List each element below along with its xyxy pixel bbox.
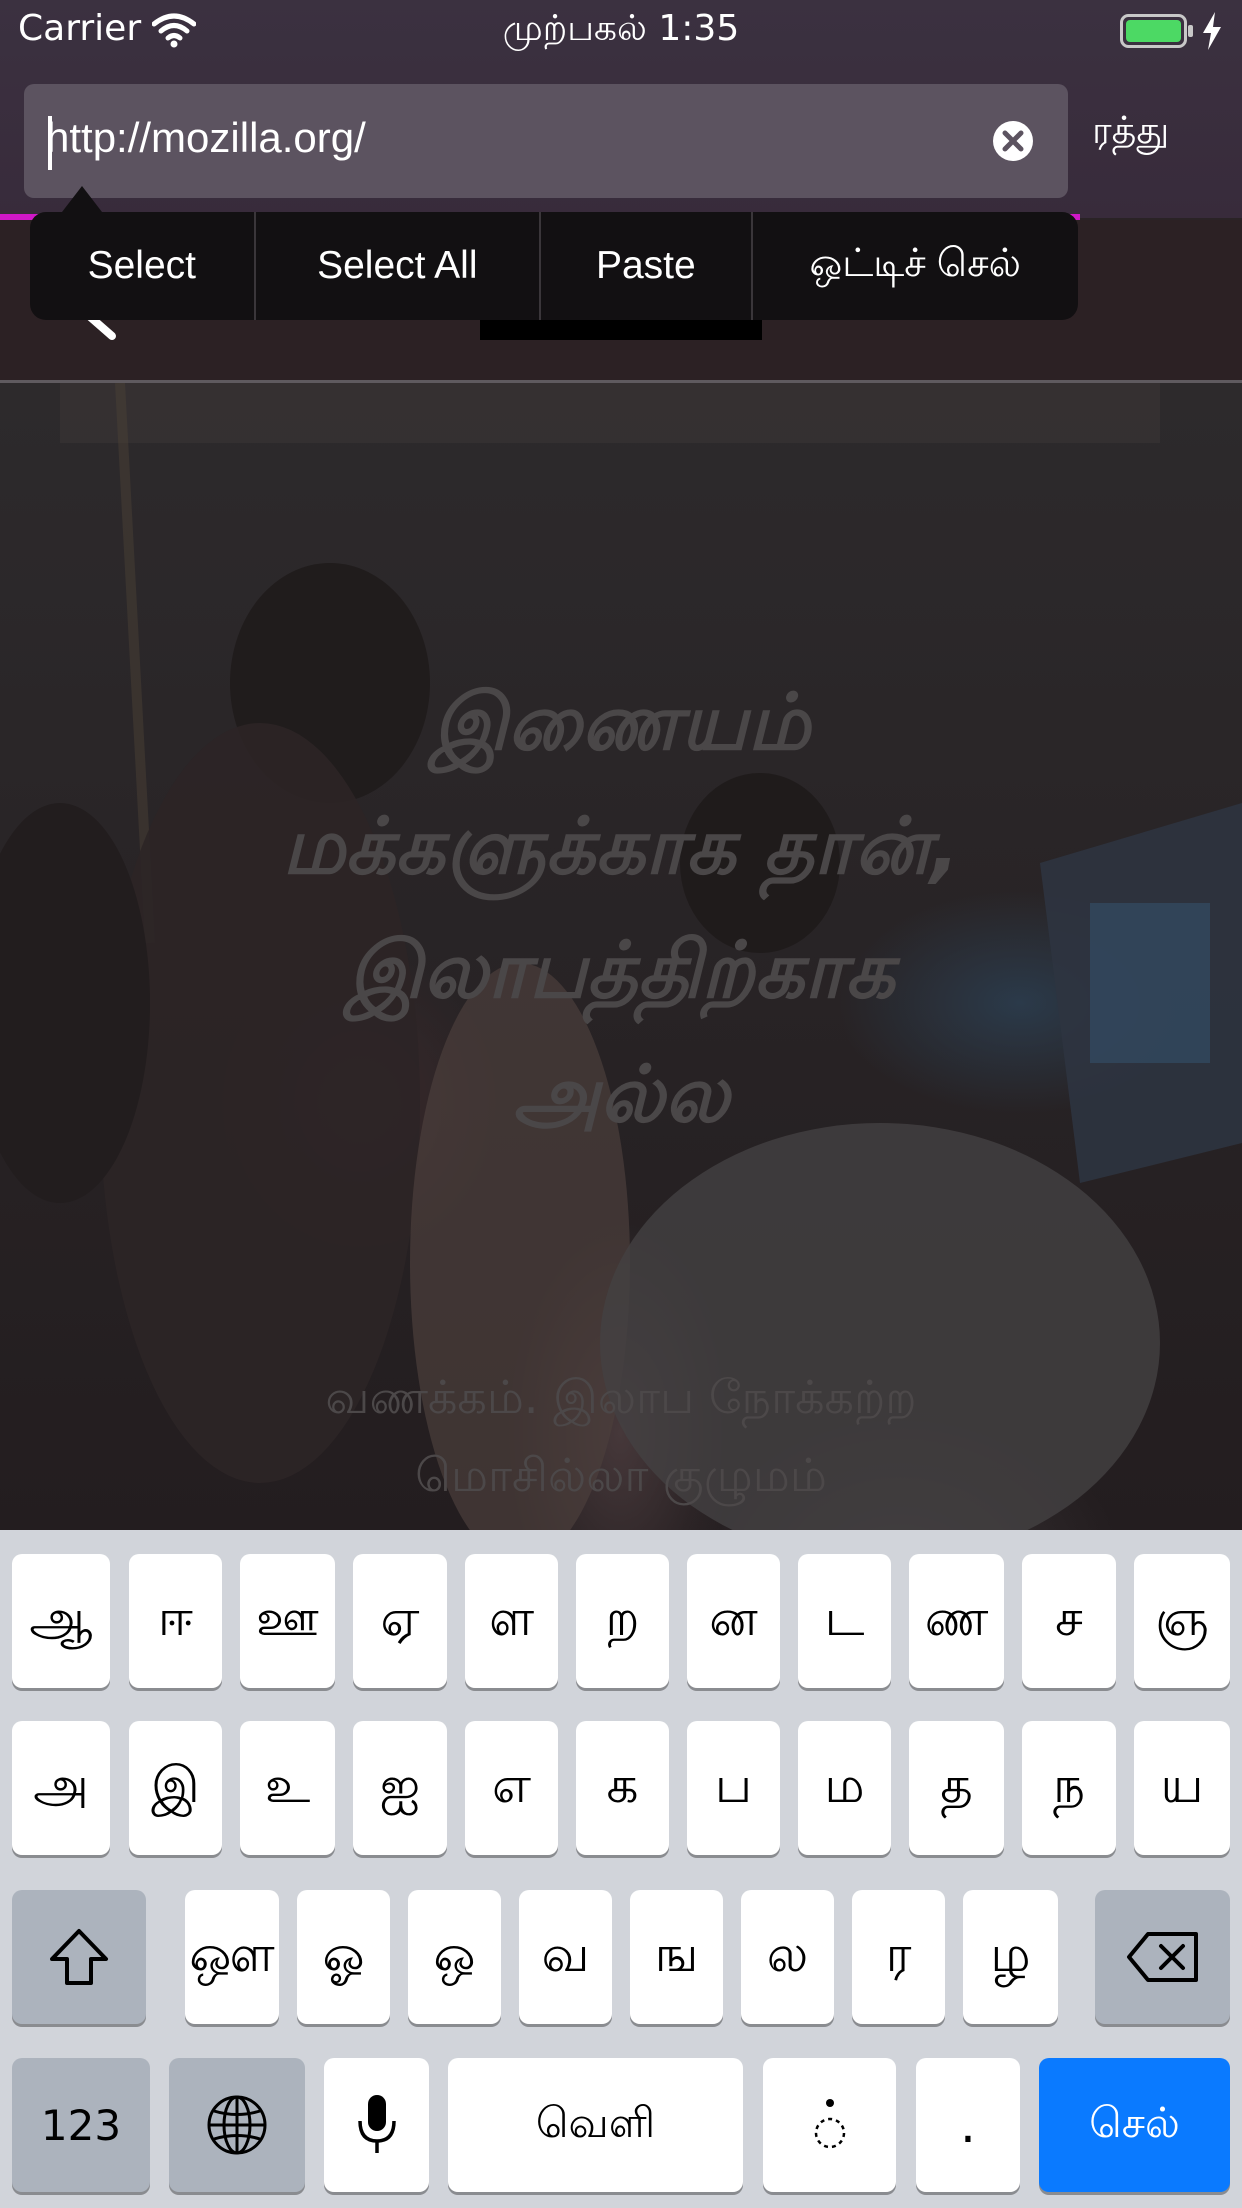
menu-select[interactable]: Select (30, 212, 256, 320)
key[interactable]: ஐ (353, 1721, 447, 1855)
key[interactable]: ழ (963, 1890, 1058, 2024)
key[interactable]: ம (798, 1721, 891, 1855)
key[interactable]: எ (465, 1721, 558, 1855)
key[interactable]: ள (465, 1554, 558, 1688)
menu-paste[interactable]: Paste (541, 212, 753, 320)
hero-headline: இணையம் மக்களுக்காக தான், இலாபத்திற்காக அ… (282, 678, 960, 1140)
key[interactable]: ஒ (408, 1890, 501, 2024)
text-cursor (48, 116, 52, 170)
key[interactable]: ர (852, 1890, 945, 2024)
key[interactable]: ஊ (240, 1554, 335, 1688)
battery-icon (1120, 14, 1193, 48)
key[interactable]: ப (687, 1721, 780, 1855)
go-key[interactable]: செல் (1039, 2058, 1230, 2192)
key[interactable]: ஆ (12, 1554, 110, 1688)
numbers-key-label: 123 (40, 2100, 122, 2150)
status-time: முற்பகல் 1:35 (502, 8, 740, 49)
backspace-icon (1126, 1932, 1198, 1982)
dot-above-icon (814, 2099, 845, 2149)
globe-icon (207, 2095, 267, 2155)
key[interactable]: ங (630, 1890, 723, 2024)
key[interactable]: ல (741, 1890, 834, 2024)
menu-paste-and-go[interactable]: ஒட்டிச் செல் (753, 212, 1078, 320)
microphone-key[interactable] (324, 2058, 429, 2192)
shift-key[interactable] (12, 1890, 146, 2024)
edit-menu-pointer (62, 186, 102, 212)
period-key[interactable]: . (916, 2058, 1020, 2192)
menu-select-all[interactable]: Select All (256, 212, 542, 320)
key[interactable]: ஏ (353, 1554, 447, 1688)
hero-subtext: வணக்கம். இலாப நோக்கற்ற மொசில்லா குழுமம் (325, 1370, 917, 1502)
key[interactable]: ந (1022, 1721, 1116, 1855)
microphone-icon (357, 2095, 396, 2153)
key[interactable]: உ (240, 1721, 335, 1855)
key[interactable]: ய (1134, 1721, 1230, 1855)
key[interactable]: ண (909, 1554, 1004, 1688)
key[interactable]: ற (576, 1554, 669, 1688)
key[interactable]: ட (798, 1554, 891, 1688)
dot-above-key[interactable] (763, 2058, 896, 2192)
numbers-key[interactable]: 123 (12, 2058, 150, 2192)
key[interactable]: ன (687, 1554, 780, 1688)
key[interactable]: ஔ (185, 1890, 279, 2024)
globe-key[interactable] (169, 2058, 305, 2192)
keyboard: ஆ ஈ ஊ ஏ ள ற ன ட ண ச ஞ அ இ உ ஐ எ க ப ம த … (0, 1530, 1242, 2208)
edit-menu: Select Select All Paste ஒட்டிச் செல் (30, 212, 1078, 320)
key[interactable]: அ (12, 1721, 110, 1855)
key[interactable]: ஞ (1134, 1554, 1230, 1688)
space-key[interactable]: வெளி (448, 2058, 743, 2192)
go-key-label: செல் (1089, 2097, 1180, 2147)
backspace-key[interactable] (1095, 1890, 1230, 2024)
charging-bolt-icon (1203, 12, 1221, 50)
key[interactable]: வ (519, 1890, 612, 2024)
cancel-button[interactable]: ரத்து (1092, 108, 1169, 158)
key[interactable]: ஓ (297, 1890, 390, 2024)
key[interactable]: ஈ (129, 1554, 222, 1688)
hero-section: இணையம் மக்களுக்காக தான், இலாபத்திற்காக அ… (0, 383, 1242, 1530)
url-input[interactable]: http://mozilla.org/ (24, 84, 1068, 198)
key[interactable]: த (909, 1721, 1004, 1855)
key[interactable]: இ (129, 1721, 222, 1855)
shift-icon (50, 1929, 108, 1985)
space-key-label: வெளி (535, 2097, 656, 2147)
clear-icon[interactable] (992, 120, 1034, 162)
key[interactable]: ச (1022, 1554, 1116, 1688)
key[interactable]: க (576, 1721, 669, 1855)
period-key-label: . (960, 2096, 976, 2154)
url-text[interactable]: http://mozilla.org/ (46, 114, 366, 162)
